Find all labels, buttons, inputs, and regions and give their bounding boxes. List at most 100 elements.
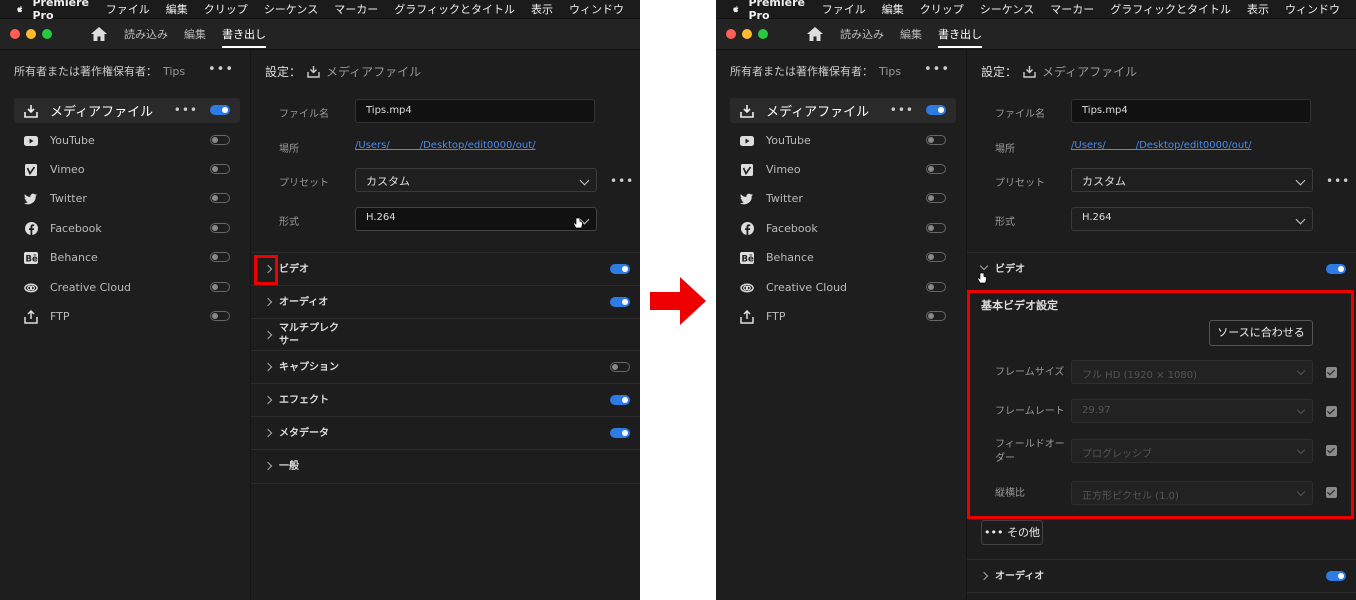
dest-youtube[interactable]: YouTube — [14, 128, 240, 153]
menu-clip[interactable]: クリップ — [920, 1, 964, 17]
menu-graphics[interactable]: グラフィックとタイトル — [394, 1, 515, 17]
section-video[interactable]: ビデオ — [251, 252, 640, 286]
preset-select[interactable]: カスタム — [1071, 168, 1313, 192]
dest-behance[interactable]: Bē Behance — [14, 245, 240, 270]
home-icon[interactable] — [90, 26, 108, 42]
tab-import[interactable]: 読み込み — [124, 20, 168, 48]
format-select[interactable]: H.264 — [355, 207, 597, 231]
tab-import[interactable]: 読み込み — [840, 20, 884, 48]
more-settings-button[interactable]: ••• その他 — [981, 520, 1043, 545]
red-arrow-icon — [650, 277, 706, 325]
dest-media-file-toggle[interactable] — [210, 105, 230, 115]
menu-bar: Premiere Pro ファイル 編集 クリップ シーケンス マーカー グラフ… — [0, 0, 640, 22]
dest-ftp[interactable]: FTP — [14, 304, 240, 329]
menu-sequence[interactable]: シーケンス — [980, 1, 1034, 17]
section-metadata[interactable]: メタデータ — [251, 416, 640, 450]
dest-youtube-toggle[interactable] — [926, 135, 946, 145]
dest-vimeo-toggle[interactable] — [210, 164, 230, 174]
section-effects-toggle[interactable] — [610, 395, 630, 405]
dest-youtube[interactable]: YouTube — [730, 128, 956, 153]
dest-facebook-toggle[interactable] — [926, 223, 946, 233]
dest-creative-cloud-toggle[interactable] — [926, 282, 946, 292]
owner-value[interactable]: Tips — [163, 65, 185, 78]
minimize-window-button[interactable] — [742, 29, 752, 39]
dest-twitter[interactable]: Twitter — [14, 186, 240, 211]
menu-edit[interactable]: 編集 — [882, 1, 904, 17]
apple-icon[interactable] — [732, 3, 740, 15]
home-icon[interactable] — [806, 26, 824, 42]
section-audio[interactable]: オーディオ — [967, 559, 1356, 593]
section-captions[interactable]: キャプション — [251, 350, 640, 384]
section-general[interactable]: 一般 — [251, 449, 640, 484]
zoom-window-button[interactable] — [42, 29, 52, 39]
dest-facebook[interactable]: Facebook — [14, 216, 240, 241]
menu-file[interactable]: ファイル — [106, 1, 150, 17]
dest-media-file-toggle[interactable] — [926, 105, 946, 115]
menu-file[interactable]: ファイル — [822, 1, 866, 17]
dest-ftp[interactable]: FTP — [730, 304, 956, 329]
dest-facebook[interactable]: Facebook — [730, 216, 956, 241]
dest-vimeo-toggle[interactable] — [926, 164, 946, 174]
tab-export[interactable]: 書き出し — [222, 20, 266, 48]
section-multiplexer[interactable]: マルチプレクサー — [251, 318, 640, 351]
dest-facebook-toggle[interactable] — [210, 223, 230, 233]
creative-cloud-icon — [24, 281, 38, 295]
preset-select[interactable]: カスタム — [355, 168, 597, 192]
format-select[interactable]: H.264 — [1071, 207, 1313, 231]
section-audio-toggle[interactable] — [1326, 571, 1346, 581]
section-metadata-toggle[interactable] — [610, 428, 630, 438]
tab-export[interactable]: 書き出し — [938, 20, 982, 48]
dest-media-file[interactable]: メディアファイル ••• — [730, 98, 956, 123]
menu-clip[interactable]: クリップ — [204, 1, 248, 17]
apple-icon[interactable] — [16, 3, 24, 15]
location-link[interactable]: /Users/ /Desktop/edit0000/out/ — [355, 140, 535, 151]
menu-window[interactable]: ウィンドウ — [1285, 1, 1340, 17]
menu-marker[interactable]: マーカー — [1050, 1, 1094, 17]
owner-more-button[interactable]: ••• — [924, 62, 950, 77]
dest-more-button[interactable]: ••• — [890, 103, 914, 117]
preset-more-button[interactable]: ••• — [610, 174, 634, 188]
filename-input[interactable]: Tips.mp4 — [1071, 99, 1311, 123]
close-window-button[interactable] — [726, 29, 736, 39]
dest-behance[interactable]: Bē Behance — [730, 245, 956, 270]
dest-twitter-toggle[interactable] — [210, 193, 230, 203]
section-effects[interactable]: エフェクト — [251, 383, 640, 417]
dest-more-button[interactable]: ••• — [174, 103, 198, 117]
menu-sequence[interactable]: シーケンス — [264, 1, 318, 17]
menu-window[interactable]: ウィンドウ — [569, 1, 624, 17]
menu-marker[interactable]: マーカー — [334, 1, 378, 17]
section-audio-toggle[interactable] — [610, 297, 630, 307]
section-video[interactable]: ビデオ — [967, 252, 1356, 286]
dest-media-file[interactable]: メディアファイル ••• — [14, 98, 240, 123]
dest-youtube-toggle[interactable] — [210, 135, 230, 145]
dest-ftp-toggle[interactable] — [210, 311, 230, 321]
dest-creative-cloud-toggle[interactable] — [210, 282, 230, 292]
menu-graphics[interactable]: グラフィックとタイトル — [1110, 1, 1231, 17]
dest-vimeo[interactable]: Vimeo — [14, 157, 240, 182]
section-video-toggle[interactable] — [1326, 264, 1346, 274]
dest-twitter-toggle[interactable] — [926, 193, 946, 203]
dest-twitter[interactable]: Twitter — [730, 186, 956, 211]
dest-behance-toggle[interactable] — [926, 252, 946, 262]
close-window-button[interactable] — [10, 29, 20, 39]
tab-edit[interactable]: 編集 — [184, 20, 206, 48]
dest-ftp-toggle[interactable] — [926, 311, 946, 321]
owner-more-button[interactable]: ••• — [208, 62, 234, 77]
dest-creative-cloud[interactable]: Creative Cloud — [14, 275, 240, 300]
menu-view[interactable]: 表示 — [531, 1, 553, 17]
menu-edit[interactable]: 編集 — [166, 1, 188, 17]
dest-vimeo[interactable]: Vimeo — [730, 157, 956, 182]
tab-edit[interactable]: 編集 — [900, 20, 922, 48]
menu-view[interactable]: 表示 — [1247, 1, 1269, 17]
owner-value[interactable]: Tips — [879, 65, 901, 78]
preset-more-button[interactable]: ••• — [1326, 174, 1350, 188]
section-captions-toggle[interactable] — [610, 362, 630, 372]
location-link[interactable]: /Users/ /Desktop/edit0000/out/ — [1071, 140, 1251, 151]
minimize-window-button[interactable] — [26, 29, 36, 39]
filename-input[interactable]: Tips.mp4 — [355, 99, 595, 123]
dest-behance-toggle[interactable] — [210, 252, 230, 262]
dest-creative-cloud[interactable]: Creative Cloud — [730, 275, 956, 300]
section-video-toggle[interactable] — [610, 264, 630, 274]
section-audio[interactable]: オーディオ — [251, 285, 640, 319]
zoom-window-button[interactable] — [758, 29, 768, 39]
